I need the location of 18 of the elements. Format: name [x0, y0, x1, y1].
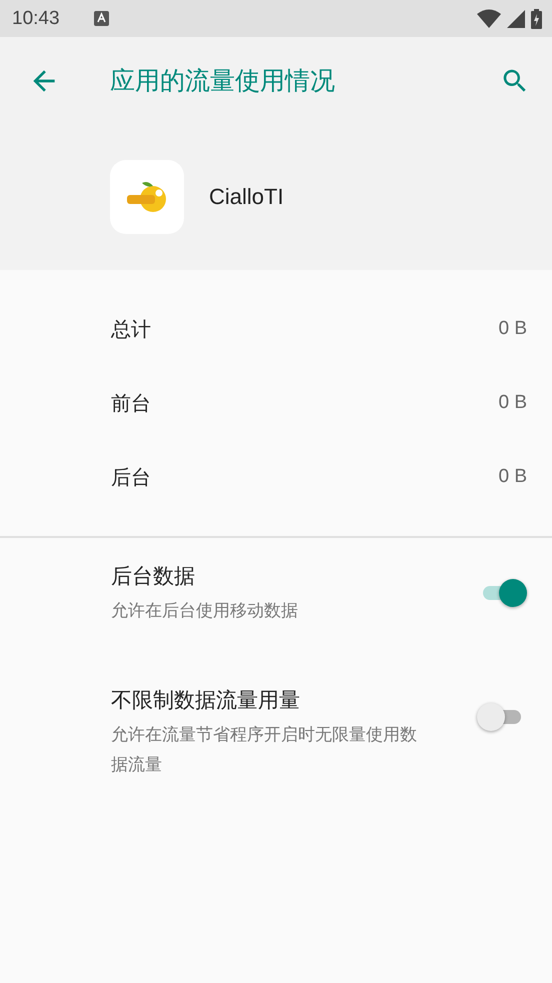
setting-title: 不限制数据流量用量 [111, 687, 301, 714]
usage-value: 0 B [498, 466, 527, 488]
setting-title: 后台数据 [111, 563, 196, 590]
usage-value: 0 B [498, 318, 527, 340]
setting-summary: 允许在后台使用移动数据 [111, 600, 299, 623]
keyboard-icon [94, 11, 109, 26]
status-time: 10:43 [12, 8, 60, 30]
app-name: CialloTI [209, 184, 284, 210]
battery-icon [531, 8, 542, 28]
usage-label: 后台 [111, 464, 151, 490]
wifi-icon [477, 9, 501, 28]
usage-label: 总计 [111, 316, 151, 342]
usage-label: 前台 [111, 390, 151, 416]
usage-value: 0 B [498, 392, 527, 414]
signal-icon [507, 10, 525, 28]
app-icon [110, 160, 184, 234]
setting-summary: 允许在流量节省程序开启时无限量使用数据流量 [111, 724, 418, 777]
toolbar-title: 应用的流量使用情况 [110, 65, 335, 97]
